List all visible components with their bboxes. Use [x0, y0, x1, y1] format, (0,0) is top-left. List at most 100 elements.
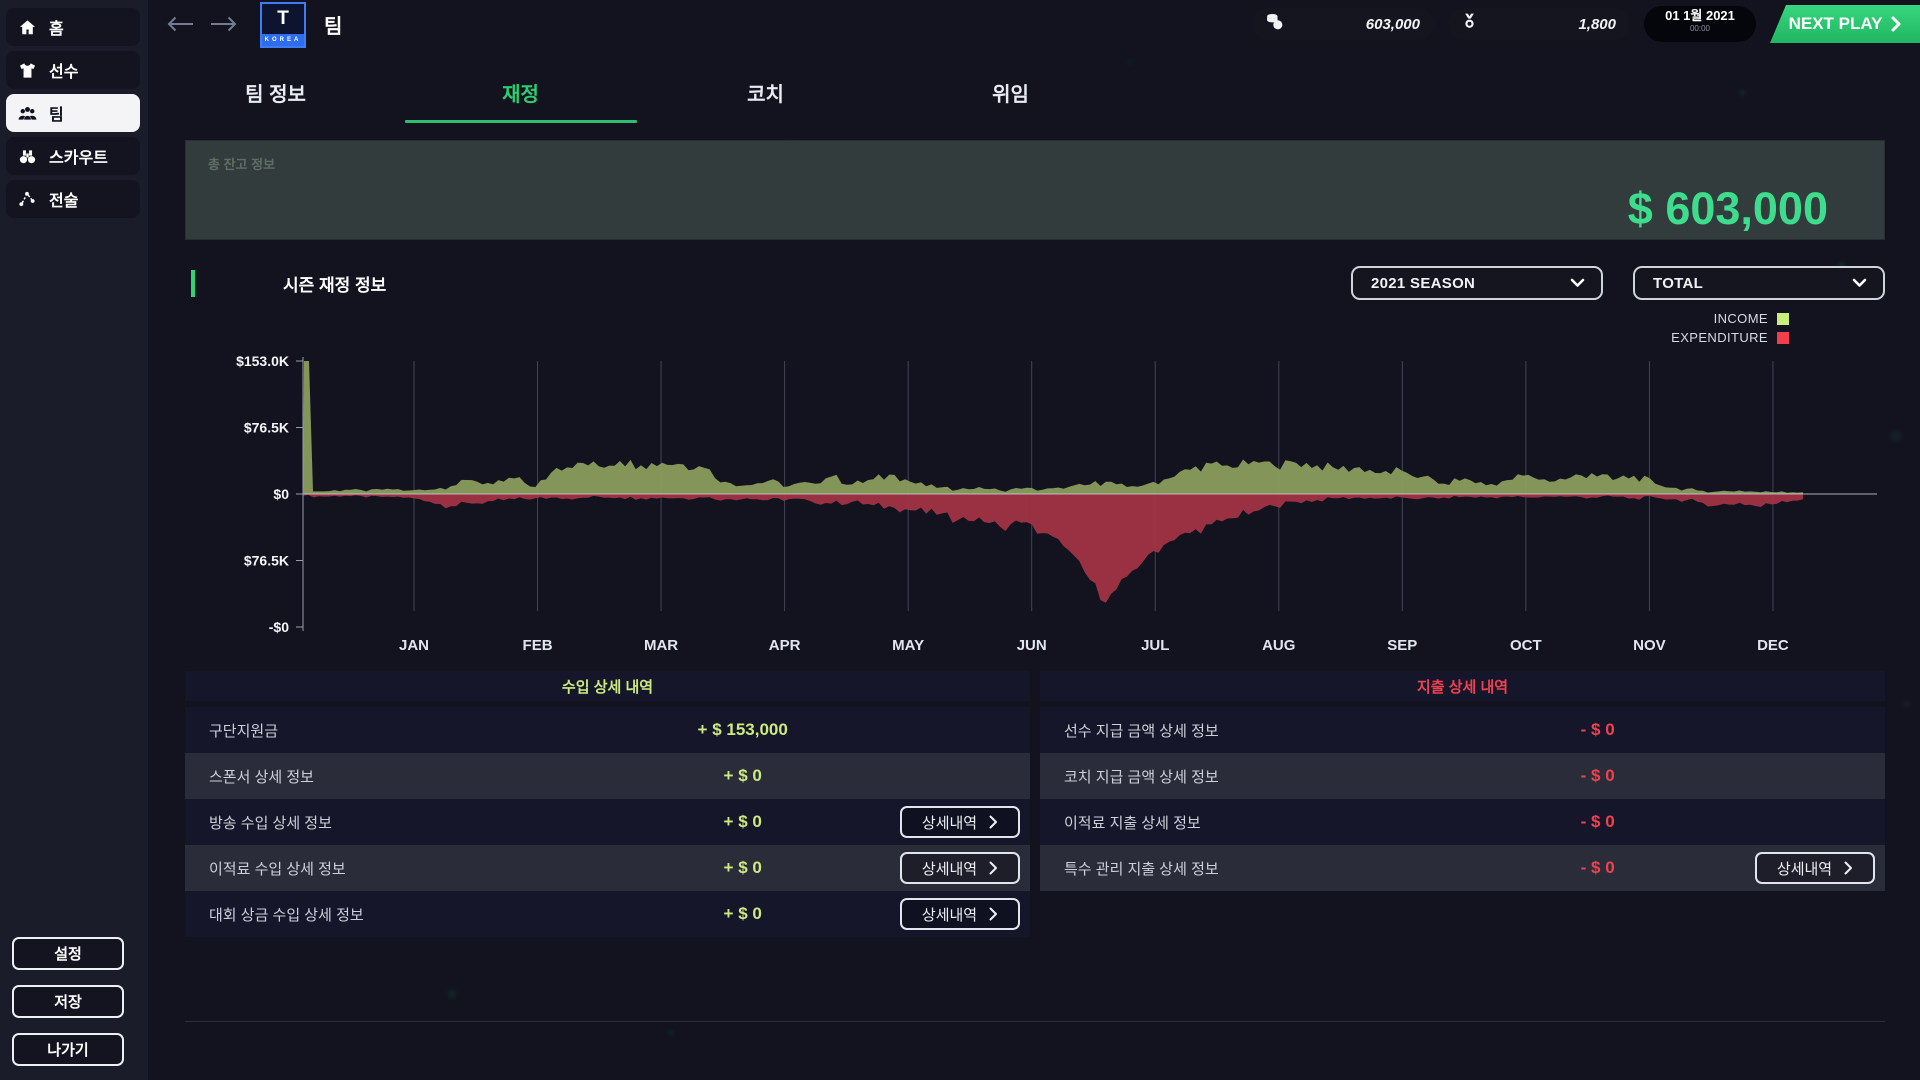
next-play-button[interactable]: NEXT PLAY [1770, 5, 1920, 43]
active-tab-underline [405, 120, 637, 123]
table-row: 방송 수입 상세 정보+ $ 0상세내역 [185, 799, 1030, 845]
detail-tables: 수입 상세 내역 구단지원금+ $ 153,000스폰서 상세 정보+ $ 0방… [185, 671, 1885, 937]
tab-1[interactable]: 재정 [398, 60, 643, 123]
sidebar-item-shirt[interactable]: 선수 [6, 51, 140, 89]
svg-text:APR: APR [769, 637, 801, 654]
date-badge: 01 1월 2021 00:00 [1644, 6, 1756, 42]
team-icon [16, 103, 38, 124]
svg-text:DEC: DEC [1757, 637, 1789, 654]
table-row: 대회 상금 수입 상세 정보+ $ 0상세내역 [185, 891, 1030, 937]
table-row: 특수 관리 지출 상세 정보- $ 0상세내역 [1040, 845, 1885, 891]
sidebar-item-binoculars[interactable]: 스카우트 [6, 137, 140, 175]
tab-3[interactable]: 위임 [888, 60, 1133, 123]
tab-2[interactable]: 코치 [643, 60, 888, 123]
chevron-right-icon [989, 907, 998, 921]
balance-label: 총 잔고 정보 [208, 154, 275, 173]
detail-button[interactable]: 상세내역 [1755, 852, 1875, 884]
sidebar-footer: 설정저장나가기 [0, 937, 148, 1066]
tokens-value: 1,800 [1578, 16, 1616, 33]
svg-text:SEP: SEP [1387, 637, 1417, 654]
shirt-icon [16, 61, 38, 80]
row-value: + $ 0 [724, 858, 762, 878]
detail-button[interactable]: 상세내역 [900, 852, 1020, 884]
sidebar-item-tactics[interactable]: 전술 [6, 180, 140, 218]
row-label: 선수 지급 금액 상세 정보 [1064, 720, 1219, 741]
finance-chart-svg: JANFEBMARAPRMAYJUNJULAUGSEPOCTNOVDEC$153… [185, 349, 1885, 661]
legend-item: EXPENDITURE [1671, 330, 1789, 345]
row-value: + $ 0 [724, 766, 762, 786]
svg-text:MAR: MAR [644, 637, 678, 654]
svg-text:MAY: MAY [892, 637, 924, 654]
back-button[interactable] [166, 15, 194, 33]
detail-button[interactable]: 상세내역 [900, 806, 1020, 838]
row-label: 구단지원금 [209, 720, 278, 741]
chevron-right-icon [1844, 861, 1853, 875]
detail-button[interactable]: 상세내역 [900, 898, 1020, 930]
legend-item: INCOME [1714, 311, 1789, 326]
expense-table: 지출 상세 내역 선수 지급 금액 상세 정보- $ 0코치 지급 금액 상세 … [1040, 671, 1885, 937]
page-title: 팀 [324, 10, 342, 39]
scope-select[interactable]: TOTAL [1633, 266, 1885, 300]
team-logo-country: KOREA [262, 34, 304, 46]
svg-text:-$0: -$0 [269, 619, 289, 635]
chevron-down-icon [1852, 278, 1867, 288]
team-logo-letter: T [262, 4, 304, 34]
time-text: 00:00 [1690, 24, 1710, 33]
tab-label: 위임 [992, 78, 1029, 107]
legend-swatch [1777, 332, 1789, 344]
svg-text:FEB: FEB [523, 637, 553, 654]
chevron-right-icon [1891, 16, 1901, 32]
team-logo[interactable]: T KOREA [260, 2, 306, 48]
chart-legend: INCOME EXPENDITURE [185, 311, 1885, 345]
finance-chart: INCOMEEXPENDITURE JANFEBMARAPRMAYJUNJULA… [185, 311, 1885, 661]
forward-button[interactable] [210, 15, 238, 33]
home-icon [16, 18, 38, 37]
scope-select-value: TOTAL [1653, 275, 1703, 292]
income-table: 수입 상세 내역 구단지원금+ $ 153,000스폰서 상세 정보+ $ 0방… [185, 671, 1030, 937]
balance-value: $ 603,000 [1628, 183, 1828, 235]
legend-label: EXPENDITURE [1671, 330, 1768, 345]
svg-text:JAN: JAN [399, 637, 429, 654]
row-value: - $ 0 [1581, 766, 1615, 786]
row-label: 특수 관리 지출 상세 정보 [1064, 858, 1219, 879]
tab-label: 코치 [747, 78, 784, 107]
content: 팀 정보 재정 코치 위임 총 잔고 정보 $ 603,000 시즌 재정 정보 20… [148, 60, 1920, 1022]
history-nav [166, 15, 238, 33]
table-row: 선수 지급 금액 상세 정보 - $ 0 [1040, 707, 1885, 753]
row-value: + $ 0 [724, 904, 762, 924]
save-button[interactable]: 저장 [12, 985, 124, 1018]
table-row: 코치 지급 금액 상세 정보- $ 0 [1040, 753, 1885, 799]
tokens-pill: 1,800 [1448, 8, 1630, 40]
tabs-row: 팀 정보 재정 코치 위임 [153, 60, 1885, 123]
row-value: - $ 0 [1581, 720, 1615, 740]
sidebar-item-label: 스카우트 [49, 144, 108, 168]
svg-text:AUG: AUG [1262, 637, 1295, 654]
arrow-left-icon [166, 15, 194, 33]
sidebar: 홈선수팀스카우트전술 설정저장나가기 [0, 0, 148, 1080]
exit-button[interactable]: 나가기 [12, 1033, 124, 1066]
sidebar-item-label: 선수 [49, 58, 78, 82]
sidebar-item-home[interactable]: 홈 [6, 8, 140, 46]
settings-button[interactable]: 설정 [12, 937, 124, 970]
season-title: 시즌 재정 정보 [283, 271, 386, 296]
detail-button-label: 상세내역 [922, 812, 977, 833]
detail-button-label: 상세내역 [922, 858, 977, 879]
season-header: 시즌 재정 정보 2021 SEASON TOTAL [185, 263, 1885, 303]
row-label: 이적료 지출 상세 정보 [1064, 812, 1201, 833]
sidebar-item-team[interactable]: 팀 [6, 94, 140, 132]
season-select[interactable]: 2021 SEASON [1351, 266, 1603, 300]
app-window: 홈선수팀스카우트전술 설정저장나가기 T KOREA 팀 [0, 0, 1920, 1080]
table-row: 이적료 수입 상세 정보+ $ 0상세내역 [185, 845, 1030, 891]
main-area: T KOREA 팀 603,000 1,800 01 [148, 0, 1920, 1080]
arrow-right-icon [210, 15, 238, 33]
chevron-right-icon [989, 815, 998, 829]
svg-text:OCT: OCT [1510, 637, 1542, 654]
detail-button-label: 상세내역 [1777, 858, 1832, 879]
tab-label: 재정 [502, 78, 539, 107]
row-value: + $ 0 [724, 812, 762, 832]
chevron-down-icon [1570, 278, 1585, 288]
tab-0[interactable]: 팀 정보 [153, 60, 398, 123]
detail-button-label: 상세내역 [922, 904, 977, 925]
income-table-header: 수입 상세 내역 [185, 671, 1030, 701]
season-select-value: 2021 SEASON [1371, 275, 1475, 292]
